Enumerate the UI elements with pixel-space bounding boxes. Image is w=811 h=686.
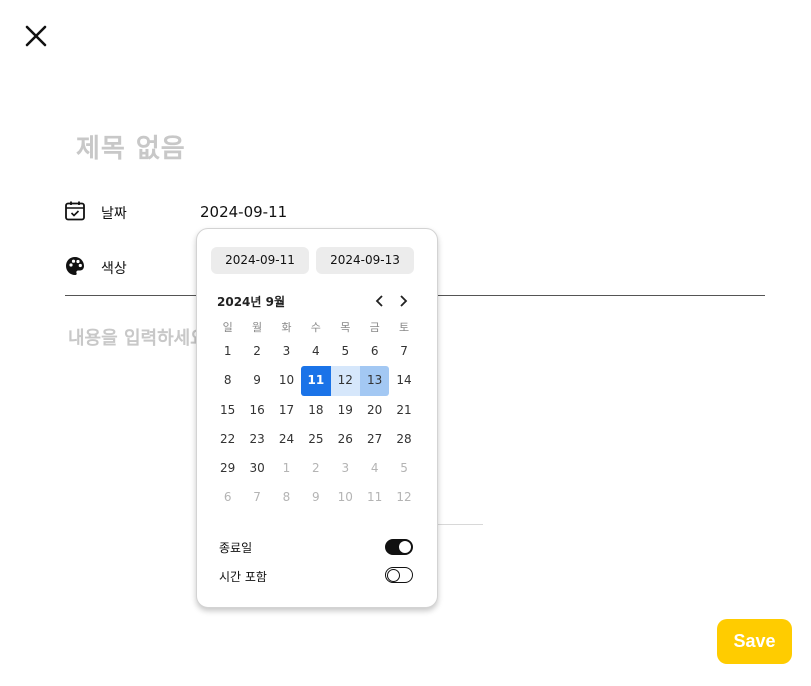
calendar-day[interactable]: 9 <box>242 366 271 395</box>
calendar-day-selected-start[interactable]: 11 <box>301 366 331 396</box>
calendar-grid: 일 월 화 수 목 금 토 1 2 3 4 5 6 7 8 9 10 11 12… <box>213 319 421 513</box>
calendar-day-next-month[interactable]: 6 <box>213 483 242 512</box>
calendar-day[interactable]: 28 <box>389 425 418 454</box>
calendar-day[interactable]: 3 <box>272 337 301 366</box>
end-date-chip[interactable]: 2024-09-13 <box>316 247 414 274</box>
calendar-day[interactable]: 21 <box>389 396 418 425</box>
weekday-label: 수 <box>310 321 321 334</box>
calendar-week: 22 23 24 25 26 27 28 <box>213 425 421 454</box>
color-label: 색상 <box>101 261 127 277</box>
end-date-toggle[interactable] <box>385 539 413 555</box>
calendar-check-icon <box>65 201 85 221</box>
calendar-day[interactable]: 29 <box>213 454 242 483</box>
calendar-day-next-month[interactable]: 10 <box>331 483 360 512</box>
calendar-day-selected-end[interactable]: 13 <box>359 366 390 396</box>
end-date-toggle-label: 종료일 <box>219 541 253 555</box>
calendar-day-next-month[interactable]: 11 <box>360 483 389 512</box>
calendar-day[interactable]: 8 <box>213 366 242 395</box>
month-label: 2024년 9월 <box>217 295 286 309</box>
weekday-label: 토 <box>398 321 410 334</box>
weekday-label: 일 <box>222 321 233 334</box>
calendar-day[interactable]: 16 <box>242 396 271 425</box>
calendar-day-next-month[interactable]: 3 <box>331 454 360 483</box>
calendar-day[interactable]: 22 <box>213 425 242 454</box>
calendar-day[interactable]: 5 <box>331 337 360 366</box>
calendar-day-in-range[interactable]: 12 <box>330 366 360 396</box>
calendar-day-next-month[interactable]: 12 <box>389 483 418 512</box>
close-icon <box>25 25 47 47</box>
calendar-week: 1 2 3 4 5 6 7 <box>213 337 421 366</box>
weekday-label: 화 <box>281 321 292 334</box>
calendar-day[interactable]: 15 <box>213 396 242 425</box>
calendar-day-next-month[interactable]: 4 <box>360 454 389 483</box>
calendar-day-next-month[interactable]: 7 <box>242 483 271 512</box>
weekday-label: 월 <box>252 321 263 334</box>
calendar-day-next-month[interactable]: 8 <box>272 483 301 512</box>
calendar-week: 15 16 17 18 19 20 21 <box>213 396 421 425</box>
content-input[interactable]: 내용을 입력하세요 <box>68 324 200 350</box>
content-underline <box>436 524 483 525</box>
date-label: 날짜 <box>101 206 127 222</box>
calendar-day[interactable]: 23 <box>242 425 271 454</box>
calendar-day[interactable]: 7 <box>389 337 418 366</box>
calendar-day[interactable]: 20 <box>360 396 389 425</box>
calendar-day-next-month[interactable]: 2 <box>301 454 330 483</box>
include-time-toggle-label: 시간 포함 <box>219 570 267 584</box>
chevron-left-icon <box>375 295 383 307</box>
calendar-day-next-month[interactable]: 5 <box>389 454 418 483</box>
weekday-label: 목 <box>340 321 351 334</box>
calendar-day[interactable]: 19 <box>331 396 360 425</box>
calendar-day[interactable]: 6 <box>360 337 389 366</box>
next-month-button[interactable] <box>395 293 411 309</box>
date-picker-popup: 2024-09-11 2024-09-13 2024년 9월 일 월 화 수 목… <box>196 228 438 608</box>
calendar-day[interactable]: 24 <box>272 425 301 454</box>
calendar-day-next-month[interactable]: 1 <box>272 454 301 483</box>
calendar-day[interactable]: 2 <box>242 337 271 366</box>
calendar-day[interactable]: 10 <box>272 366 301 395</box>
toggle-knob <box>399 541 411 553</box>
chevron-right-icon <box>400 295 408 307</box>
close-button[interactable] <box>22 22 50 50</box>
calendar-day[interactable]: 25 <box>301 425 330 454</box>
start-date-chip[interactable]: 2024-09-11 <box>211 247 309 274</box>
weekday-header: 일 월 화 수 목 금 토 <box>213 319 421 337</box>
calendar-day[interactable]: 18 <box>301 396 330 425</box>
calendar-week: 29 30 1 2 3 4 5 <box>213 454 421 483</box>
calendar-week: 8 9 10 11 12 13 14 <box>213 366 421 396</box>
date-value[interactable]: 2024-09-11 <box>200 203 287 221</box>
calendar-day[interactable]: 14 <box>389 366 418 395</box>
calendar-day[interactable]: 27 <box>360 425 389 454</box>
palette-icon <box>66 257 84 275</box>
calendar-week: 6 7 8 9 10 11 12 <box>213 483 421 512</box>
calendar-day[interactable]: 26 <box>331 425 360 454</box>
calendar-day[interactable]: 17 <box>272 396 301 425</box>
prev-month-button[interactable] <box>372 293 388 309</box>
calendar-day[interactable]: 30 <box>242 454 271 483</box>
calendar-day[interactable]: 4 <box>301 337 330 366</box>
weekday-label: 금 <box>369 321 380 334</box>
calendar-day-next-month[interactable]: 9 <box>301 483 330 512</box>
save-button[interactable]: Save <box>717 619 792 664</box>
include-time-toggle[interactable] <box>385 567 413 583</box>
calendar-day[interactable]: 1 <box>213 337 242 366</box>
toggle-knob <box>387 568 400 582</box>
title-input[interactable]: 제목 없음 <box>76 128 186 165</box>
